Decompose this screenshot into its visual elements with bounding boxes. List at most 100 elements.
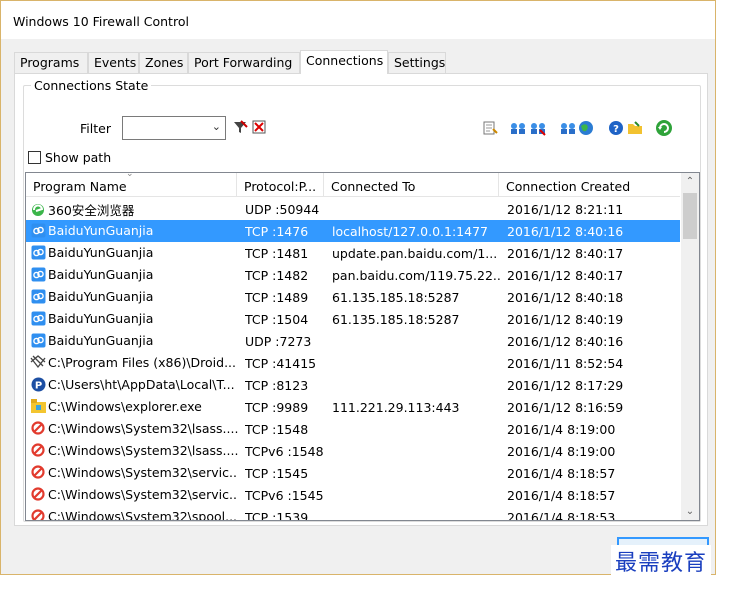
connections-table: Program Name ⌄ Protocol:P... Connected T…: [25, 172, 700, 521]
column-program-name[interactable]: Program Name ⌄: [26, 173, 237, 197]
table-row[interactable]: BaiduYunGuanjia TCP :1481 update.pan.baidu…: [26, 242, 680, 264]
program-name-cell: BaiduYunGuanjia: [30, 222, 238, 238]
p-app-icon: P: [30, 376, 46, 392]
connection-created: 2016/1/11 8:52:54: [507, 356, 624, 371]
vertical-scrollbar[interactable]: ⌃ ⌄: [681, 173, 699, 520]
tab-zones[interactable]: Zones: [139, 52, 188, 73]
connection-created: 2016/1/12 8:40:18: [507, 290, 624, 305]
program-name: BaiduYunGuanjia: [48, 288, 154, 304]
program-name-cell: P C:\Users\ht\AppData\Local\T...: [30, 376, 238, 392]
table-row[interactable]: BaiduYunGuanjia UDP :7273 2016/1/12 8:40:1…: [26, 330, 680, 352]
table-row[interactable]: BaiduYunGuanjia TCP :1489 61.135.185.18:52…: [26, 286, 680, 308]
globe-icon[interactable]: [577, 119, 595, 137]
table-row[interactable]: BaiduYunGuanjia TCP :1504 61.135.185.18:52…: [26, 308, 680, 330]
connection-created: 2016/1/12 8:40:19: [507, 312, 624, 327]
tab-connections[interactable]: Connections: [300, 50, 388, 74]
protocol-port: TCP :1481: [245, 246, 309, 261]
connection-created: 2016/1/4 8:18:57: [507, 488, 616, 503]
baidu-cloud-icon: [30, 288, 46, 304]
table-row[interactable]: BaiduYunGuanjia TCP :1482 pan.baidu.com/11…: [26, 264, 680, 286]
title-bar[interactable]: Windows 10 Firewall Control: [1, 1, 715, 39]
table-row[interactable]: C:\Program Files (x86)\Droid... TCP :4141…: [26, 352, 680, 374]
table-row[interactable]: C:\Windows\System32\servic... TCP :1545 20…: [26, 462, 680, 484]
show-path-checkbox[interactable]: Show path: [28, 150, 111, 165]
svg-text:?: ?: [613, 124, 619, 135]
program-name-cell: BaiduYunGuanjia: [30, 332, 238, 348]
scroll-down-icon[interactable]: ⌄: [681, 503, 699, 520]
group-title: Connections State: [31, 78, 152, 93]
360-browser-icon: [30, 202, 46, 218]
filter-combobox[interactable]: ⌄: [122, 116, 226, 140]
table-row[interactable]: C:\Windows\System32\spool... TCP :1539 201…: [26, 506, 680, 521]
program-name: BaiduYunGuanjia: [48, 244, 154, 260]
checkbox-box[interactable]: [28, 151, 41, 164]
program-name: C:\Windows\System32\lsass....: [48, 420, 238, 436]
help-icon[interactable]: ?: [607, 119, 625, 137]
clear-filter-icon[interactable]: [251, 119, 267, 135]
protocol-port: UDP :7273: [245, 334, 312, 349]
scroll-up-icon[interactable]: ⌃: [681, 173, 699, 190]
baidu-cloud-icon: [30, 222, 46, 238]
open-folder-icon[interactable]: [626, 119, 644, 137]
connection-created: 2016/1/12 8:40:17: [507, 246, 624, 261]
connected-to: update.pan.baidu.com/1...: [332, 246, 498, 261]
tab-port-forwarding[interactable]: Port Forwarding: [188, 52, 300, 73]
watermark: 最需教育: [611, 545, 712, 577]
protocol-port: TCP :41415: [245, 356, 317, 371]
network-refresh-icon[interactable]: [559, 119, 577, 137]
table-row[interactable]: C:\Windows\System32\lsass.... TCP :1548 20…: [26, 418, 680, 440]
tab-programs[interactable]: Programs: [14, 52, 88, 73]
program-name: C:\Windows\System32\spool...: [48, 508, 238, 521]
connection-created: 2016/1/4 8:19:00: [507, 444, 616, 459]
protocol-port: TCP :1545: [245, 466, 309, 481]
chevron-down-icon[interactable]: ⌄: [212, 120, 221, 133]
baidu-cloud-icon: [30, 310, 46, 326]
table-body: 360安全浏览器 UDP :50944 2016/1/12 8:21:11 Baidu…: [26, 198, 680, 521]
program-name: BaiduYunGuanjia: [48, 266, 154, 282]
program-name-cell: C:\Windows\System32\lsass....: [30, 442, 238, 458]
column-connection-created[interactable]: Connection Created: [499, 173, 680, 197]
column-connected-to[interactable]: Connected To: [324, 173, 499, 197]
connection-created: 2016/1/12 8:21:11: [507, 202, 624, 217]
program-name: C:\Windows\System32\lsass....: [48, 442, 238, 458]
program-name-cell: BaiduYunGuanjia: [30, 266, 238, 282]
table-row[interactable]: P C:\Users\ht\AppData\Local\T... TCP :8123…: [26, 374, 680, 396]
connection-created: 2016/1/4 8:19:00: [507, 422, 616, 437]
table-row[interactable]: C:\Windows\System32\lsass.... TCPv6 :1548…: [26, 440, 680, 462]
connection-created: 2016/1/4 8:18:57: [507, 466, 616, 481]
table-row[interactable]: C:\Windows\System32\servic... TCPv6 :1545…: [26, 484, 680, 506]
connected-to: pan.baidu.com/119.75.22...: [332, 268, 500, 283]
table-header: Program Name ⌄ Protocol:P... Connected T…: [26, 173, 680, 197]
firewall-control-window: Windows 10 Firewall Control Programs Eve…: [0, 0, 716, 575]
refresh-icon[interactable]: [655, 119, 673, 137]
column-protocol[interactable]: Protocol:P...: [237, 173, 324, 197]
program-name: C:\Windows\System32\servic...: [48, 486, 238, 502]
connections-state-group: Connections State Filter ⌄ ? Show path P…: [23, 78, 701, 522]
program-name: BaiduYunGuanjia: [48, 332, 154, 348]
blocked-icon: [30, 508, 46, 520]
export-icon[interactable]: [481, 119, 499, 137]
connection-created: 2016/1/12 8:40:17: [507, 268, 624, 283]
connected-to: localhost/127.0.0.1:1477: [332, 224, 488, 239]
program-name: C:\Windows\explorer.exe: [48, 398, 202, 414]
program-name: 360安全浏览器: [48, 203, 135, 218]
protocol-port: TCP :9989: [245, 400, 309, 415]
program-name-cell: C:\Windows\System32\spool...: [30, 508, 238, 521]
table-row[interactable]: C:\Windows\explorer.exe TCP :9989 111.221.…: [26, 396, 680, 418]
network-users-blocked-icon[interactable]: [529, 119, 547, 137]
network-users-icon[interactable]: [509, 119, 527, 137]
table-row[interactable]: BaiduYunGuanjia TCP :1476 localhost/127.0.…: [26, 220, 680, 242]
program-name-cell: C:\Windows\System32\servic...: [30, 486, 238, 502]
column-label: Program Name: [33, 179, 127, 194]
scroll-thumb[interactable]: [683, 193, 697, 239]
program-name-cell: BaiduYunGuanjia: [30, 310, 238, 326]
program-name-cell: BaiduYunGuanjia: [30, 288, 238, 304]
connection-created: 2016/1/12 8:40:16: [507, 334, 624, 349]
tab-events[interactable]: Events: [88, 52, 139, 73]
baidu-cloud-icon: [30, 266, 46, 282]
droid-icon: [30, 354, 46, 370]
apply-filter-icon[interactable]: [232, 119, 248, 135]
tab-settings[interactable]: Settings: [388, 52, 446, 73]
blocked-icon: [30, 464, 46, 480]
table-row[interactable]: 360安全浏览器 UDP :50944 2016/1/12 8:21:11: [26, 198, 680, 220]
